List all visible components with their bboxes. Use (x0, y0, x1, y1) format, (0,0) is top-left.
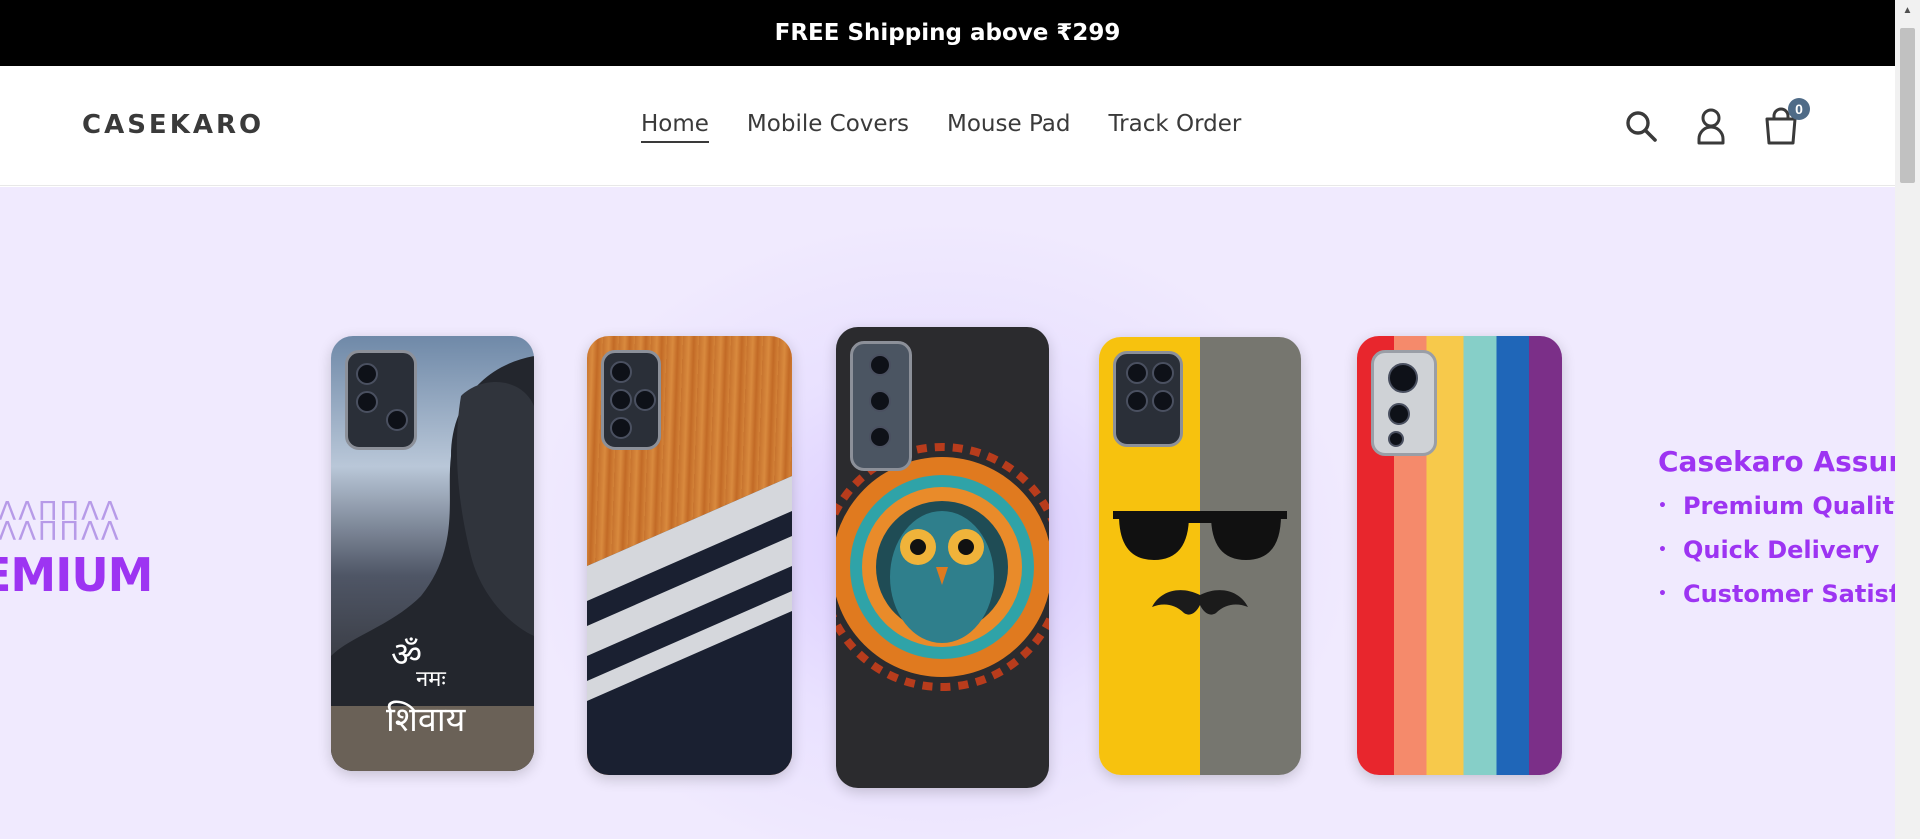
nav-track-order[interactable]: Track Order (1108, 111, 1241, 143)
announcement-text: FREE Shipping above ₹299 (774, 20, 1121, 46)
phone-case-owl-mandala[interactable] (836, 327, 1049, 788)
hero-left-pattern-2: ƎΛΛΠΠΛΛ (0, 517, 121, 547)
nav-mobile-covers[interactable]: Mobile Covers (747, 111, 909, 143)
bullet-icon: • (1658, 586, 1667, 602)
scroll-up-arrow-icon[interactable]: ▲ (1895, 0, 1920, 20)
search-icon (1626, 111, 1657, 142)
site-logo[interactable]: CASEKARO (82, 110, 264, 140)
user-icon (1697, 108, 1725, 145)
camera-module (601, 350, 661, 450)
phone-case-wood-stripes[interactable] (587, 336, 792, 775)
assure-item: • Quick Delivery (1658, 536, 1895, 564)
assure-title: Casekaro Assure (1658, 445, 1895, 478)
cart-count-badge: 0 (1788, 98, 1810, 120)
bullet-icon: • (1658, 542, 1667, 558)
phone-case-rainbow[interactable] (1357, 336, 1562, 775)
svg-text:नमः: नमः (416, 667, 446, 692)
page-scrollbar[interactable]: ▲ (1895, 0, 1920, 839)
nav-mouse-pad[interactable]: Mouse Pad (947, 111, 1070, 143)
assure-panel: Casekaro Assure • Premium Quality • Quick … (1658, 445, 1895, 624)
phone-case-adiyogi[interactable]: ॐ नमः शिवाय (331, 336, 534, 771)
camera-module (1113, 351, 1183, 447)
header-icons: 0 (1620, 98, 1810, 148)
scroll-thumb[interactable] (1900, 28, 1915, 183)
main-nav: Home Mobile Covers Mouse Pad Track Order (641, 111, 1241, 143)
camera-module (345, 350, 417, 450)
assure-list: • Premium Quality • Quick Delivery • Custom… (1658, 492, 1895, 608)
search-button[interactable] (1620, 104, 1662, 148)
phone-case-sunglasses-mustache[interactable] (1099, 337, 1301, 775)
assure-item-label: Premium Quality (1682, 492, 1895, 520)
hero-banner[interactable]: ƎΛΛΠΠΛΛ ƎΛΛΠΠΛΛ EMIUM ॐ नमः शिवाय (0, 187, 1895, 839)
hero-left-word: EMIUM (0, 548, 153, 602)
assure-item-label: Quick Delivery (1682, 536, 1880, 564)
account-button[interactable] (1690, 104, 1732, 148)
camera-module (850, 341, 912, 471)
hero-left-text: ƎΛΛΠΠΛΛ ƎΛΛΠΠΛΛ EMIUM (0, 499, 153, 602)
nav-home[interactable]: Home (641, 111, 709, 143)
svg-text:शिवाय: शिवाय (386, 700, 467, 740)
bullet-icon: • (1658, 498, 1667, 514)
assure-item: • Customer Satisfaction (1658, 580, 1895, 608)
camera-module (1371, 350, 1437, 456)
cart-button[interactable]: 0 (1760, 98, 1810, 148)
assure-item-label: Customer Satisfaction (1682, 580, 1895, 608)
announcement-bar: FREE Shipping above ₹299 (0, 0, 1895, 66)
assure-item: • Premium Quality (1658, 492, 1895, 520)
site-header: CASEKARO Home Mobile Covers Mouse Pad Tr… (0, 66, 1895, 186)
